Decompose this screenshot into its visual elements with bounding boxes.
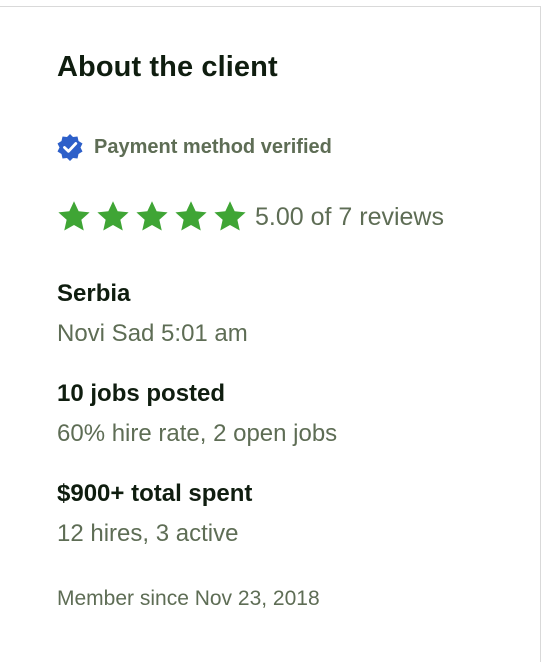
star-icon: [212, 199, 248, 235]
star-icon: [56, 199, 92, 235]
total-spent: $900+ total spent: [57, 480, 253, 507]
verified-badge-icon: [56, 133, 84, 161]
panel-title: About the client: [57, 51, 278, 83]
rating-stars: [56, 199, 248, 235]
star-icon: [95, 199, 131, 235]
star-icon: [134, 199, 170, 235]
client-location: Serbia Novi Sad 5:01 am: [57, 279, 248, 349]
client-city-time: Novi Sad 5:01 am: [57, 320, 248, 347]
client-country: Serbia: [57, 280, 131, 307]
hires-details: 12 hires, 3 active: [57, 520, 239, 547]
jobs-details: 60% hire rate, 2 open jobs: [57, 420, 338, 447]
about-client-panel: About the client Payment method verified: [0, 6, 541, 662]
star-icon: [173, 199, 209, 235]
rating-text: 5.00 of 7 reviews: [255, 202, 444, 231]
member-since: Member since Nov 23, 2018: [57, 587, 320, 610]
client-spending: $900+ total spent 12 hires, 3 active: [57, 479, 252, 549]
payment-verified-label: Payment method verified: [94, 135, 332, 158]
jobs-posted: 10 jobs posted: [57, 380, 226, 407]
payment-verified-row: Payment method verified: [56, 133, 332, 161]
client-jobs: 10 jobs posted 60% hire rate, 2 open job…: [57, 379, 337, 449]
rating-row: 5.00 of 7 reviews: [56, 199, 444, 235]
